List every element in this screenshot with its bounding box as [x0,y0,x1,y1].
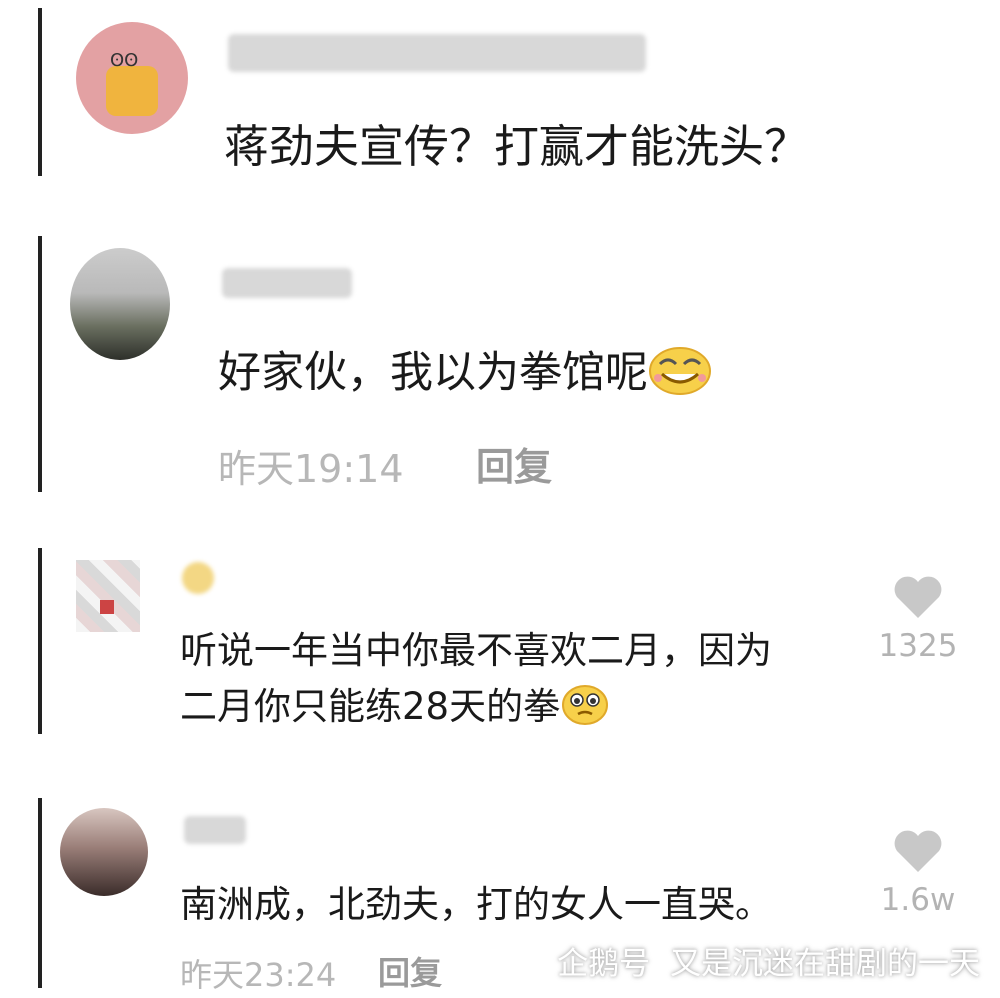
laughing-emoji-icon [648,344,712,407]
comment-text: 蒋劲夫宣传？打赢才能洗头？ [224,120,810,173]
username-blurred[interactable] [222,268,352,298]
like-button[interactable]: 1.6w [872,828,964,918]
username-blurred[interactable] [228,34,646,72]
thread-edge-3 [38,548,42,734]
avatar[interactable]: ʘʘ [76,22,188,134]
thread-edge-2 [38,236,42,492]
watermark-author: 又是沉迷在甜剧的一天 [670,945,980,982]
avatar-eyes: ʘʘ [110,50,139,71]
comment-text: 好家伙，我以为拳馆呢 [218,338,712,407]
like-count: 1.6w [880,882,956,918]
watermark: 企鹅号 又是沉迷在甜剧的一天 [513,938,980,987]
thread-edge-1 [38,8,42,176]
avatar[interactable] [70,248,170,360]
thread-edge-4 [38,798,42,988]
avatar[interactable] [76,560,140,632]
username-blurred[interactable] [184,816,246,844]
like-button[interactable]: 1325 [872,574,964,664]
comment-time: 昨天19:14 [218,447,404,491]
comment-time: 昨天23:24 [180,956,337,994]
like-count: 1325 [878,628,958,664]
comment-text-body: 好家伙，我以为拳馆呢 [218,348,648,398]
comment-text: 南洲成，北劲夫，打的女人一直哭。 [180,883,772,926]
reply-button[interactable]: 回复 [378,948,442,994]
username-blurred[interactable] [182,562,214,594]
heart-icon [872,574,964,620]
avatar[interactable] [60,808,148,896]
avatar-face [106,66,158,116]
comment-text-line: 听说一年当中你最不喜欢二月，因为 [180,629,772,672]
pleading-emoji-icon [560,682,610,735]
comment-text-body: 二月你只能练28天的拳 [180,685,561,728]
penguin-logo-icon [513,944,547,986]
reply-button[interactable]: 回复 [476,436,552,491]
comment-text-line: 二月你只能练28天的拳 [180,676,610,735]
avatar-spot [100,600,114,614]
watermark-brand: 企鹅号 [557,945,651,982]
heart-icon [872,828,964,874]
